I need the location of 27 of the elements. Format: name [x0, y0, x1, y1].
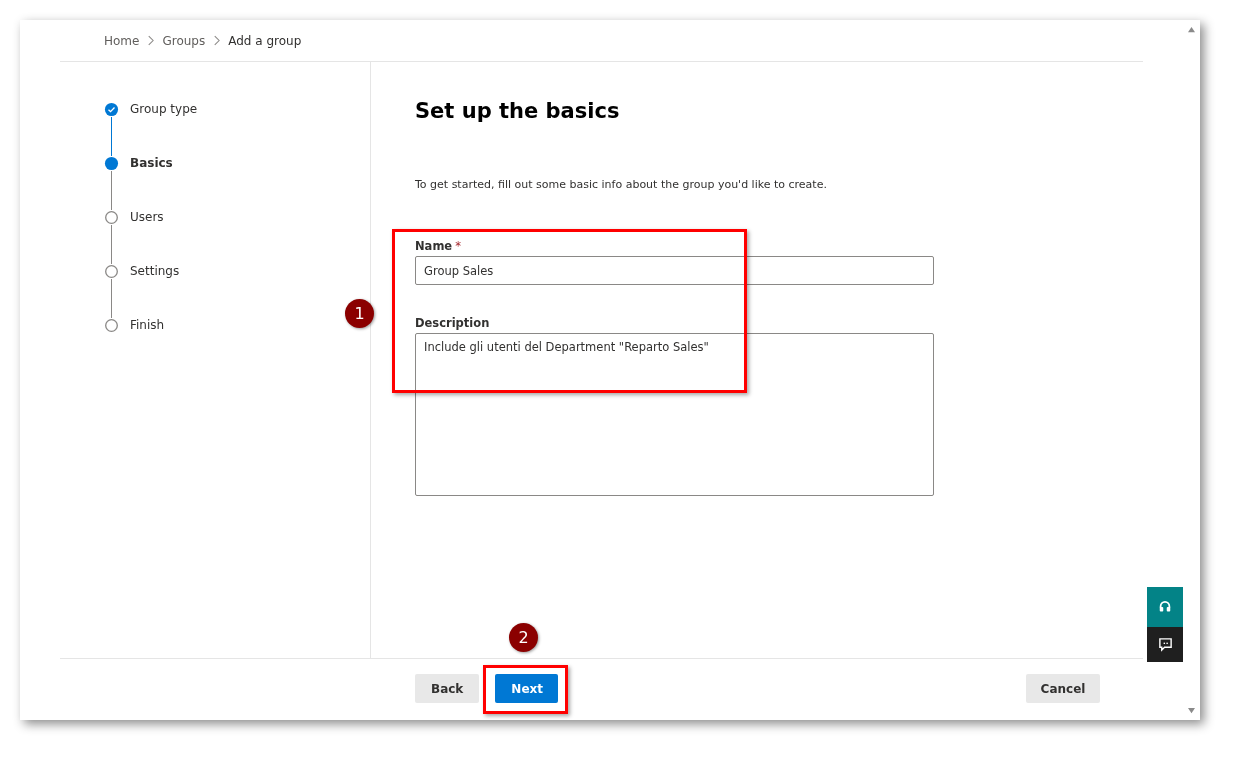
callout-number: 1 [345, 299, 374, 328]
step-label: Settings [130, 264, 180, 280]
step-label: Users [130, 210, 164, 226]
chat-icon [1157, 637, 1173, 652]
step-label: Finish [130, 318, 165, 333]
step-label: Basics [130, 156, 173, 172]
field-label: Name [415, 239, 453, 255]
breadcrumb-link[interactable]: Groups [162, 33, 206, 48]
breadcrumb-link[interactable]: Home [104, 33, 140, 48]
page-title: Set up the basics [415, 99, 621, 123]
help-button[interactable] [1147, 587, 1183, 627]
callout-number: 2 [509, 623, 538, 652]
cancel-button[interactable]: Cancel [1026, 674, 1100, 703]
description-field[interactable]: Include gli utenti del Department "Reparto Sales" [415, 333, 934, 496]
chevron-icon [147, 35, 155, 46]
required-mark: * [455, 239, 461, 255]
chevron-icon [213, 35, 221, 46]
feedback-button[interactable] [1147, 627, 1183, 662]
intro-text: To get started, fill out some basic info about the group you'd like to create. [415, 178, 828, 191]
scroll-up-icon[interactable] [1187, 26, 1196, 33]
back-button[interactable]: Back [415, 674, 480, 703]
scroll-down-icon[interactable] [1187, 707, 1196, 714]
name-field[interactable]: Group Sales [415, 256, 934, 285]
next-button[interactable]: Next [495, 674, 559, 703]
step-label: Group type [130, 102, 198, 118]
field-label: Description [415, 316, 490, 332]
headset-icon [1158, 600, 1172, 614]
